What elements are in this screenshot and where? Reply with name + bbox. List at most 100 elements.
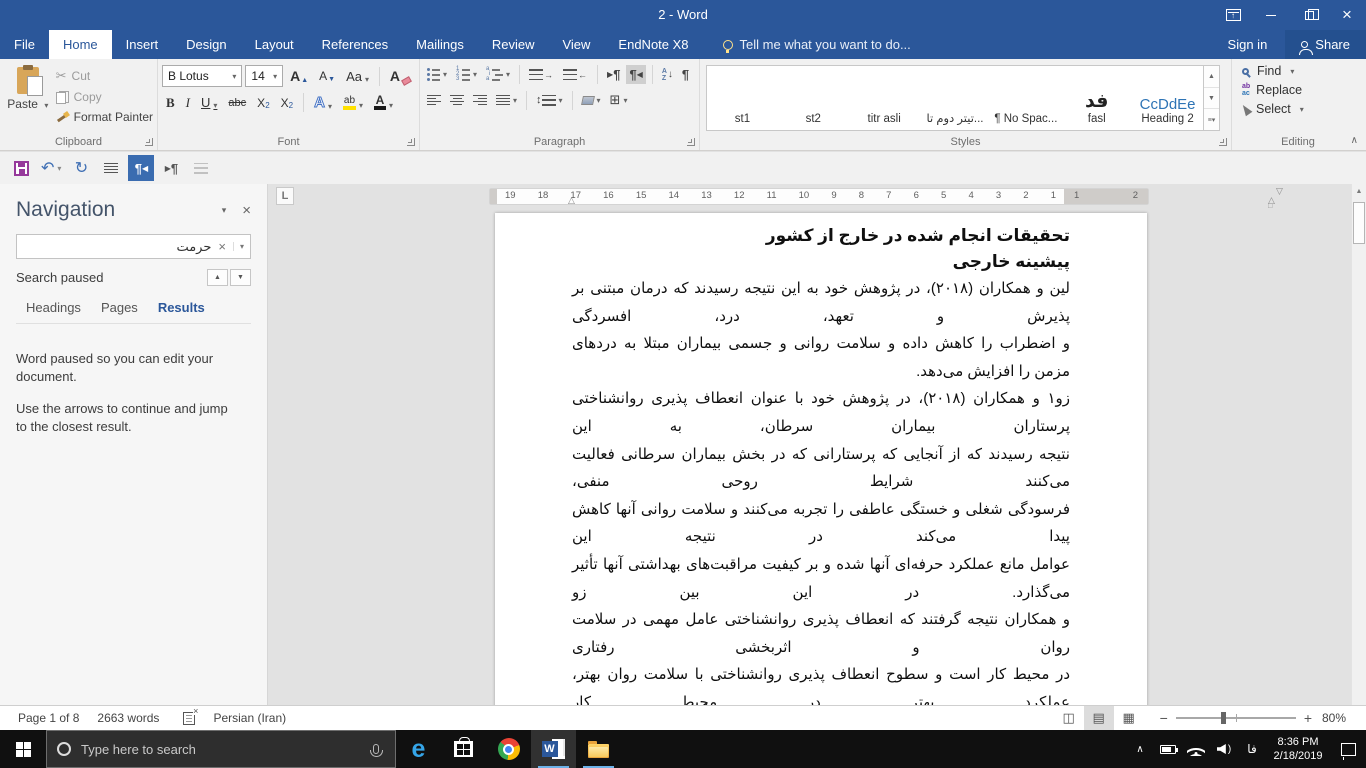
previous-result-button[interactable]: ▲	[207, 269, 228, 286]
navigation-search-input[interactable]: حرمت × ▾	[16, 234, 251, 259]
first-line-indent-marker[interactable]: ▽	[1276, 187, 1283, 195]
paste-button[interactable]: Paste ▾	[4, 65, 52, 132]
style-fasl[interactable]: فدfasl	[1061, 66, 1132, 130]
shading-button[interactable]: ▾	[579, 94, 604, 107]
clear-search-icon[interactable]: ×	[218, 239, 226, 254]
taskbar-explorer-icon[interactable]	[576, 730, 621, 768]
volume-icon[interactable]: )	[1210, 744, 1238, 755]
close-button[interactable]: ×	[1328, 0, 1366, 30]
align-left-button[interactable]	[424, 93, 444, 108]
tab-design[interactable]: Design	[172, 30, 240, 59]
page-indicator[interactable]: Page 1 of 8	[18, 711, 79, 725]
document-page[interactable]: تحقیقات انجام شده در خارج از کشور پیشینه…	[495, 213, 1147, 705]
bold-button[interactable]: B	[162, 94, 179, 112]
text-effects-button[interactable]: A▾	[310, 93, 336, 112]
underline-button[interactable]: U▾	[197, 94, 221, 111]
rtl-text-direction-button[interactable]: ¶◀	[626, 65, 645, 84]
tab-view[interactable]: View	[548, 30, 604, 59]
tab-file[interactable]: File	[0, 30, 49, 59]
select-button[interactable]: Select▾	[1236, 102, 1360, 116]
start-button[interactable]	[0, 730, 46, 768]
font-dialog-launcher[interactable]	[407, 138, 415, 146]
read-mode-button[interactable]: ◫	[1054, 706, 1084, 730]
restore-button[interactable]	[1290, 0, 1328, 30]
styles-scroll-down-button[interactable]: ▼	[1204, 87, 1219, 109]
taskbar-store-icon[interactable]	[441, 730, 486, 768]
clipboard-dialog-launcher[interactable]	[145, 138, 153, 146]
font-color-button[interactable]: A▾	[370, 94, 397, 111]
action-center-button[interactable]	[1330, 743, 1366, 756]
ltr-text-direction-button[interactable]: ▶¶	[604, 65, 623, 84]
taskbar-word-icon[interactable]: W	[531, 730, 576, 768]
show-hide-pilcrow-button[interactable]: ¶	[679, 65, 692, 84]
proofing-status-icon[interactable]	[183, 712, 195, 725]
font-size-combobox[interactable]: 14▾	[245, 65, 283, 87]
left-indent-marker[interactable]: □	[1268, 203, 1272, 211]
style-no-spacing[interactable]: ¶ No Spac...	[990, 66, 1061, 130]
minimize-button[interactable]	[1252, 0, 1290, 30]
ltr-quick-button[interactable]: ▶¶	[158, 155, 184, 181]
copy-button[interactable]: Copy	[56, 90, 153, 104]
tab-home[interactable]: Home	[49, 30, 112, 59]
print-layout-button[interactable]: ▤	[1084, 706, 1114, 730]
increase-indent-button[interactable]: ←	[560, 67, 591, 82]
format-painter-button[interactable]: Format Painter	[56, 110, 153, 124]
decrease-indent-button[interactable]: →	[526, 67, 557, 82]
style-titr-asli[interactable]: titr asli	[849, 66, 920, 130]
grow-font-button[interactable]: A▲	[286, 67, 312, 85]
tab-layout[interactable]: Layout	[241, 30, 308, 59]
tell-me-box[interactable]: Tell me what you want to do...	[723, 30, 911, 59]
battery-icon[interactable]	[1154, 745, 1182, 754]
text-highlight-button[interactable]: ab▾	[339, 95, 367, 111]
style-st2[interactable]: st2	[778, 66, 849, 130]
rtl-quick-button[interactable]: ¶◀	[128, 155, 154, 181]
numbering-button[interactable]: 123▾	[453, 66, 480, 83]
align-center-button[interactable]	[447, 93, 467, 108]
search-options-dropdown-icon[interactable]: ▾	[233, 242, 244, 251]
justify-quick-button[interactable]	[98, 155, 124, 181]
clear-formatting-button[interactable]: A	[386, 67, 415, 85]
zoom-slider-thumb[interactable]	[1221, 712, 1226, 724]
tab-stop-selector[interactable]: L	[276, 187, 294, 205]
undo-button[interactable]: ↶▾	[38, 155, 64, 181]
style-heading-2[interactable]: CcDdEeHeading 2	[1132, 66, 1203, 130]
subscript-button[interactable]: X2	[253, 95, 273, 111]
zoom-in-button[interactable]: +	[1304, 710, 1312, 726]
wifi-icon[interactable]	[1182, 743, 1210, 756]
save-button[interactable]	[8, 155, 34, 181]
italic-button[interactable]: I	[182, 94, 194, 112]
zoom-slider[interactable]	[1176, 717, 1296, 719]
web-layout-button[interactable]: ▦	[1114, 706, 1144, 730]
scroll-up-arrow[interactable]: ▲	[1352, 184, 1366, 199]
replace-button[interactable]: abacReplace	[1236, 83, 1360, 97]
input-language-indicator[interactable]: فا	[1238, 742, 1266, 756]
zoom-out-button[interactable]: −	[1160, 710, 1168, 726]
navigation-close-icon[interactable]: ×	[242, 202, 251, 219]
strikethrough-button[interactable]: abc	[224, 96, 250, 110]
taskbar-search-box[interactable]: Type here to search	[46, 730, 396, 768]
share-button[interactable]: Share	[1285, 30, 1366, 59]
navigation-options-dropdown[interactable]: ▾	[222, 205, 227, 216]
collapse-ribbon-button[interactable]: ∧	[1351, 135, 1358, 146]
vertical-scrollbar[interactable]: ▲	[1351, 184, 1366, 705]
nav-tab-results[interactable]: Results	[148, 298, 215, 317]
microphone-icon[interactable]	[373, 744, 379, 754]
sign-in-link[interactable]: Sign in	[1210, 30, 1286, 59]
superscript-button[interactable]: X2	[277, 95, 297, 111]
cut-button[interactable]: ✂Cut	[56, 68, 153, 84]
font-name-combobox[interactable]: B Lotus▾	[162, 65, 242, 87]
style-titr-dovom[interactable]: تیتر دوم تا...	[920, 66, 991, 130]
ribbon-display-options-button[interactable]: ↑	[1214, 0, 1252, 30]
zoom-level[interactable]: 80%	[1322, 711, 1354, 725]
scrollbar-thumb[interactable]	[1353, 202, 1365, 244]
redo-button[interactable]: ↻	[68, 155, 94, 181]
bullets-button[interactable]: ▾	[424, 66, 450, 83]
styles-gallery-expand-button[interactable]: ≡▾	[1204, 108, 1219, 130]
change-case-button[interactable]: Aa▾	[342, 68, 373, 85]
tray-chevron-icon[interactable]: ∧	[1126, 744, 1154, 755]
horizontal-ruler[interactable]: 19 18 17 16 15 14 13 12 11 10 9 8 7 6 5 …	[490, 189, 1148, 204]
tab-insert[interactable]: Insert	[112, 30, 173, 59]
shrink-font-button[interactable]: A▼	[315, 68, 339, 84]
line-spacing-button[interactable]: ↕▾	[533, 92, 566, 108]
taskbar-edge-icon[interactable]: e	[396, 730, 441, 768]
